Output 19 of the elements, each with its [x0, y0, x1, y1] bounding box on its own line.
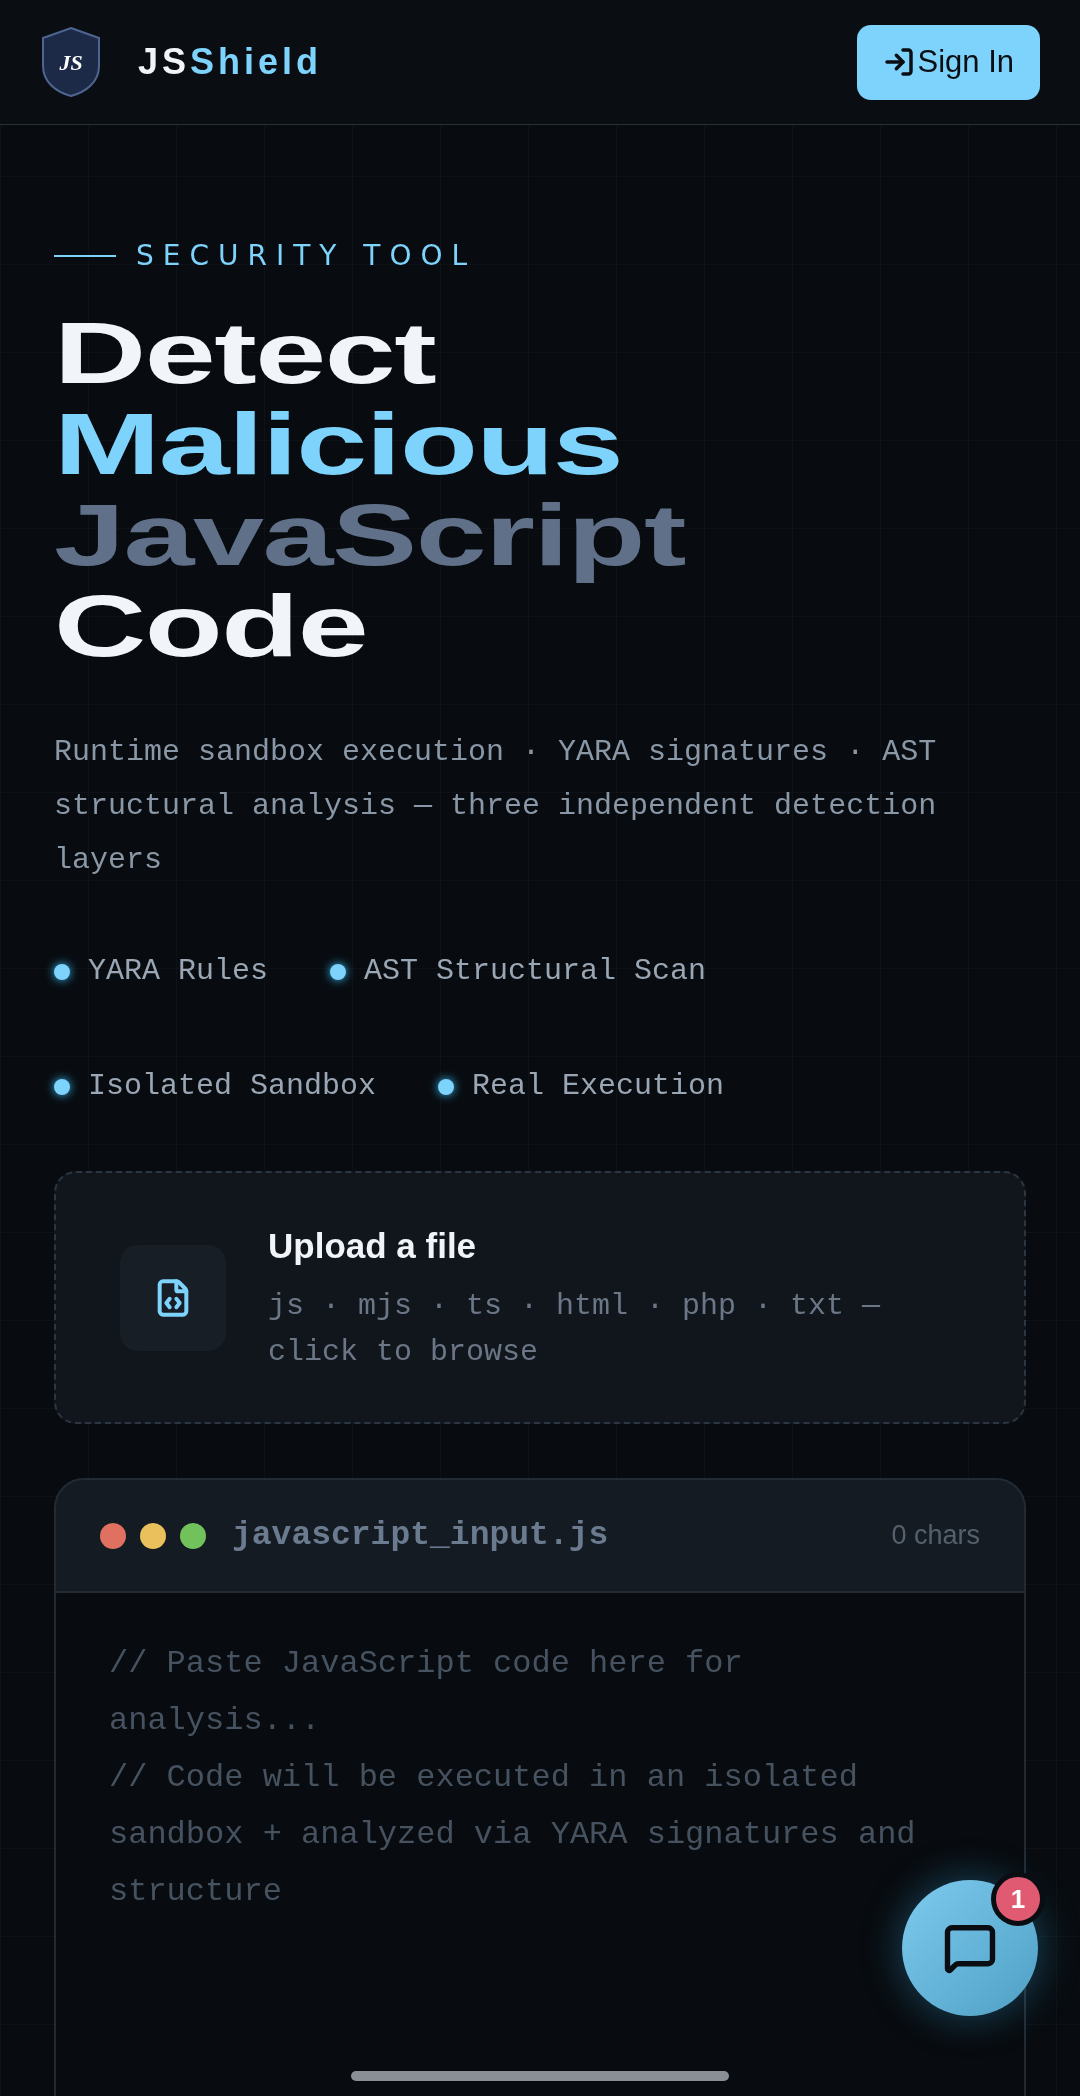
brand-name: JSShield [138, 40, 323, 84]
shield-logo-icon: JS [40, 26, 102, 98]
feature-label: YARA Rules [88, 953, 269, 990]
sign-in-button[interactable]: Sign In [857, 24, 1040, 100]
headline-line: Malicious [54, 398, 623, 489]
sign-in-icon [883, 46, 916, 78]
hero-description: Runtime sandbox execution · YARA signatures · AST structural analysis — three independent detection layers [54, 734, 938, 879]
upload-title: Upload a file [268, 1225, 478, 1268]
file-code-icon [120, 1244, 226, 1351]
upload-dropzone[interactable]: Upload a file js · mjs · ts · html · php · txt — click to browse [54, 1171, 1026, 1424]
file-name: javascript_input.js [232, 1515, 609, 1556]
feature-label: Isolated Sandbox [88, 1068, 377, 1105]
headline-line: Detect [54, 307, 436, 398]
upload-hint: js · mjs · ts · html · php · txt — click to browse [268, 1287, 882, 1371]
char-count: 0 chars [891, 1519, 980, 1553]
feature-label: Real Execution [472, 1068, 725, 1105]
feature-label: AST Structural Scan [364, 953, 707, 990]
headline-line: Code [54, 580, 368, 671]
eyebrow-label: SECURITY TOOL [136, 238, 477, 274]
